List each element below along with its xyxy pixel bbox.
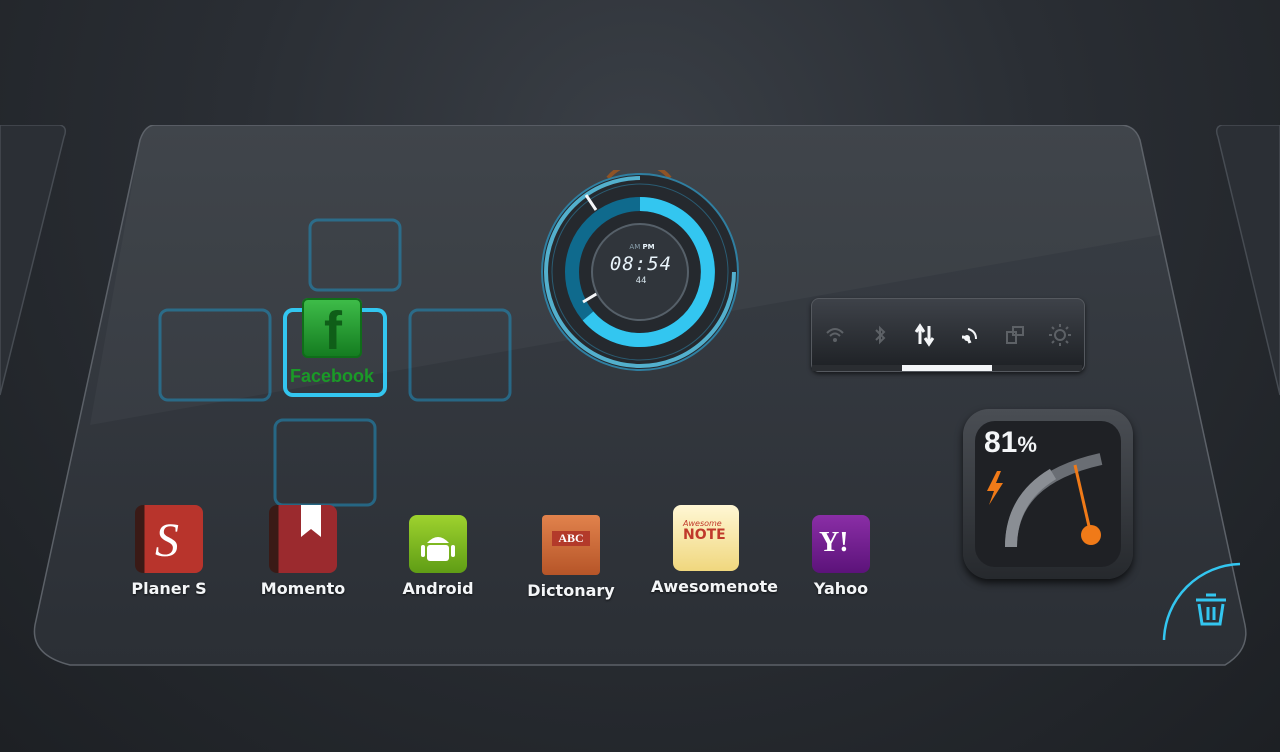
clock-am: AM [629,243,641,251]
toggle-gps[interactable] [947,299,992,371]
trash-drop-zone[interactable] [1160,560,1280,680]
app-label: Planer S [131,579,207,598]
clock-time: 08:54 [609,253,673,275]
toggle-indicator [947,365,992,371]
facebook-label: Facebook [289,366,375,386]
battery-percent: 81% [984,426,1037,459]
toggle-indicator [857,365,902,371]
app-label: Yahoo [813,579,869,598]
android-icon [409,515,467,573]
dictionary-icon: ABC [542,515,600,575]
app-label: Android [402,579,474,598]
app-label: Awesomenote [651,577,778,596]
toggle-indicator [812,365,857,371]
toggle-rotation[interactable] [992,299,1037,371]
facebook-icon[interactable]: f [302,298,362,358]
power-toggle-bar [811,298,1085,372]
toggle-bluetooth[interactable] [857,299,902,371]
yahoo-icon: Y! [812,515,870,573]
toggle-indicator [902,365,947,371]
app-awesomenote[interactable]: Awesome NOTE Awesomenote [651,505,778,596]
bluetooth-icon [874,325,885,345]
app-label: Dictonary [527,581,615,600]
app-label: Momento [260,579,346,598]
app-planer-s[interactable]: S Planer S [114,505,224,598]
app-yahoo[interactable]: Y! Yahoo [786,515,896,598]
planer-s-icon: S [135,505,203,573]
app-dictionary[interactable]: ABC Dictonary [516,515,626,600]
trash-icon [1196,593,1226,626]
momento-icon [269,505,337,573]
toggle-data[interactable] [902,299,947,371]
toggle-indicator [1037,365,1082,371]
app-android[interactable]: Android [383,515,493,598]
toggle-wifi[interactable] [812,299,857,371]
clock-pm: PM [642,243,655,251]
data-transfer-icon [914,323,934,347]
app-momento[interactable]: Momento [248,505,358,598]
clock-ampm: AM PM [622,243,662,251]
facebook-letter: f [324,301,342,361]
clock-seconds: 44 [635,276,647,286]
charging-bolt-icon [987,471,1003,505]
toggle-brightness[interactable] [1037,299,1082,371]
toggle-indicator [992,365,1037,371]
gps-icon [961,328,977,344]
wifi-icon [825,328,844,342]
screen-rotation-icon [1005,326,1024,344]
brightness-icon [1048,324,1071,346]
awesomenote-icon: Awesome NOTE [673,505,739,571]
